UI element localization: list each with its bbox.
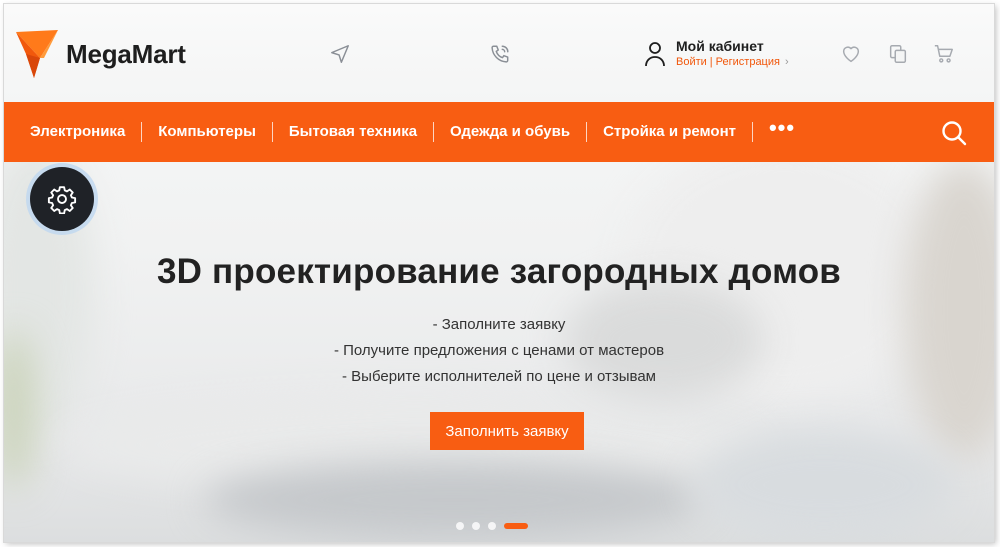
- nav-more-button[interactable]: •••: [753, 117, 811, 139]
- location-arrow-icon[interactable]: [328, 42, 352, 66]
- nav-item-computers[interactable]: Компьютеры: [142, 122, 273, 142]
- compare-icon[interactable]: [886, 42, 910, 66]
- nav-item-electronics[interactable]: Электроника: [4, 122, 143, 142]
- logo-text: MegaMart: [66, 38, 186, 69]
- phone-icon[interactable]: [488, 42, 512, 66]
- hero-bullet-list: - Заполните заявку - Получите предложени…: [4, 312, 994, 390]
- gear-icon: [47, 186, 77, 214]
- account-title: Мой кабинет: [676, 38, 764, 54]
- hero-title: 3D проектирование загородных домов: [156, 252, 842, 291]
- hero-bullet: - Выберите исполнителей по цене и отзыва…: [342, 368, 656, 385]
- chevron-right-icon: ›: [784, 56, 789, 68]
- heart-icon[interactable]: [839, 42, 863, 66]
- logo[interactable]: MegaMart: [14, 28, 186, 80]
- settings-button[interactable]: [30, 167, 94, 231]
- site-header: MegaMart Мой кабинет Войти | Регистрация…: [4, 4, 994, 102]
- nav-item-construction[interactable]: Стройка и ремонт: [587, 122, 753, 142]
- page: MegaMart Мой кабинет Войти | Регистрация…: [4, 4, 994, 542]
- search-icon[interactable]: [940, 119, 968, 147]
- login-link[interactable]: Войти: [676, 56, 707, 68]
- nav-item-clothing[interactable]: Одежда и обувь: [434, 122, 588, 142]
- nav-item-appliances[interactable]: Бытовая техника: [273, 122, 435, 142]
- hero-bullet: - Заполните заявку: [432, 316, 566, 333]
- user-icon: [645, 42, 665, 67]
- slider-dot[interactable]: [456, 522, 464, 530]
- logo-mark-icon: [16, 30, 58, 78]
- slider-dot[interactable]: [488, 522, 496, 530]
- hero-bullet: - Получите предложения с ценами от масте…: [333, 342, 665, 359]
- account-block[interactable]: Мой кабинет Войти | Регистрация ›: [644, 38, 789, 69]
- category-nav: Электроника Компьютеры Бытовая техника О…: [4, 102, 994, 162]
- slider-dots: [456, 522, 536, 530]
- slider-dot-active[interactable]: [504, 523, 528, 529]
- account-separator: |: [709, 56, 713, 68]
- cart-icon[interactable]: [932, 42, 956, 66]
- slider-dot[interactable]: [472, 522, 480, 530]
- submit-request-button[interactable]: Заполнить заявку: [430, 412, 584, 450]
- register-link[interactable]: Регистрация: [716, 56, 780, 68]
- account-links: Войти | Регистрация ›: [676, 55, 789, 69]
